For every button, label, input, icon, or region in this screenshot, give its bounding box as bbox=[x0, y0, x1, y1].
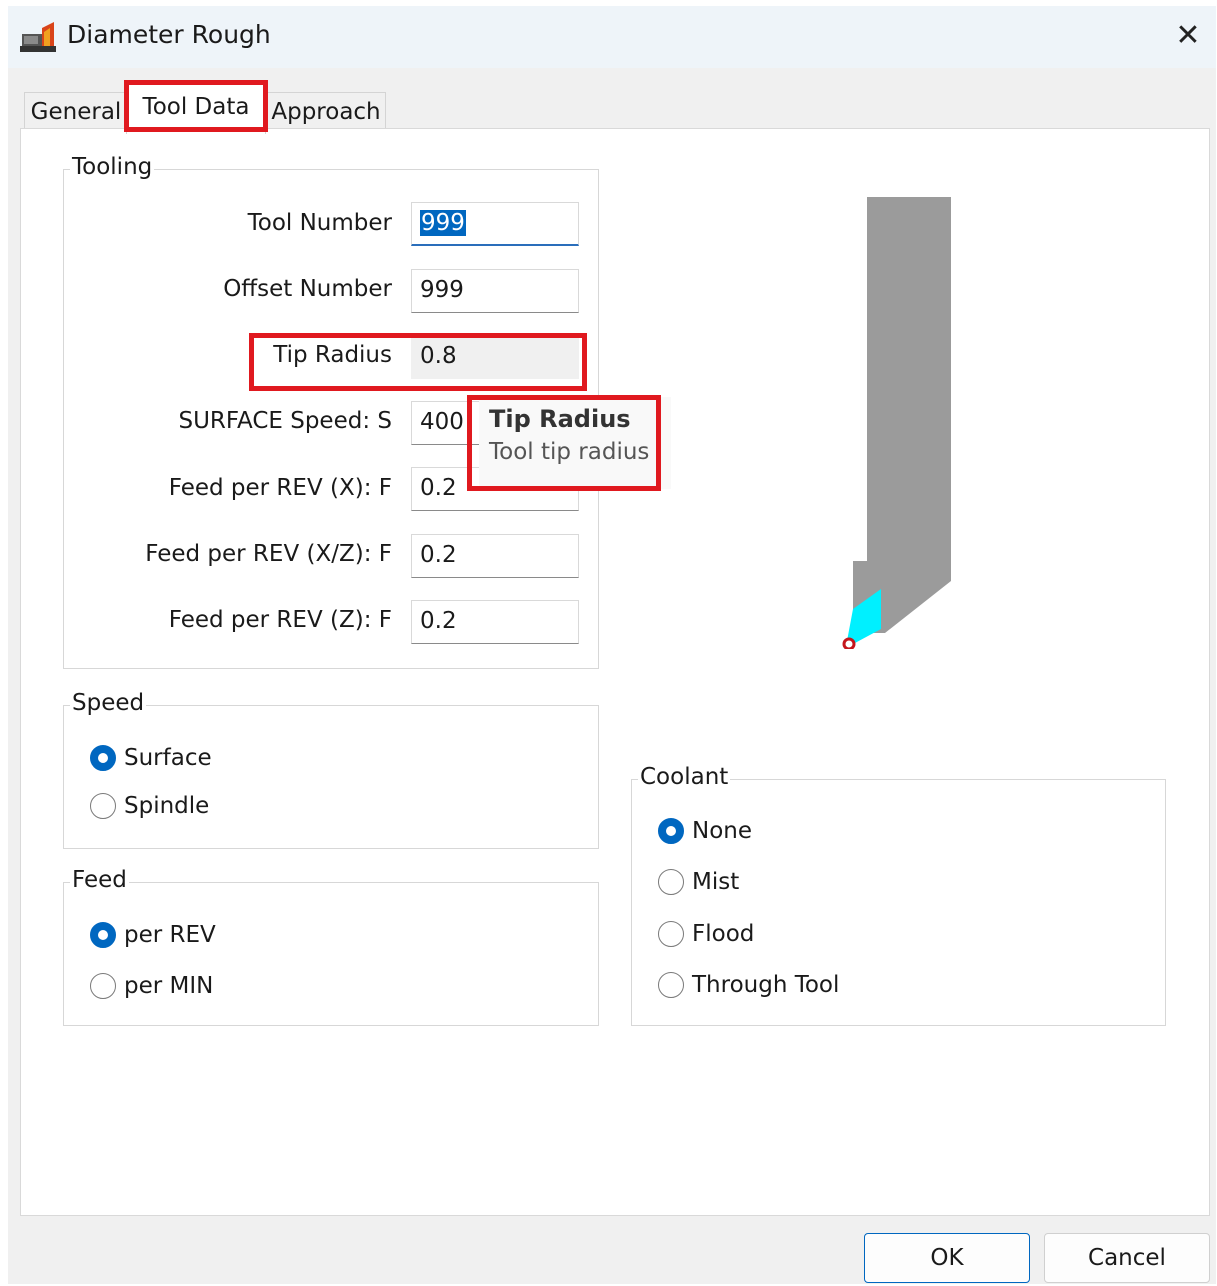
app-icon bbox=[20, 22, 56, 52]
tab-panel-tool-data: Tooling Tool Number 999 Offset Number 99… bbox=[20, 128, 1210, 1216]
tooltip-highlight bbox=[467, 395, 661, 491]
speed-group: Speed Surface Spindle bbox=[63, 690, 599, 849]
coolant-through-tool-label: Through Tool bbox=[692, 972, 840, 998]
close-icon: ✕ bbox=[1175, 18, 1201, 53]
feed-x-label: Feed per REV (X): F bbox=[168, 475, 392, 501]
coolant-mist-radio[interactable]: Mist bbox=[658, 864, 739, 900]
tool-preview bbox=[842, 197, 951, 649]
dialog-window: Diameter Rough ✕ General Approach Toolin… bbox=[8, 6, 1216, 1284]
speed-spindle-label: Spindle bbox=[124, 793, 210, 819]
radio-unchecked-icon bbox=[658, 869, 684, 895]
tool-shank bbox=[853, 197, 951, 633]
cancel-button[interactable]: Cancel bbox=[1044, 1233, 1210, 1283]
feed-per-rev-radio[interactable]: per REV bbox=[90, 917, 216, 953]
coolant-group: Coolant None Mist Flood Through Tool bbox=[631, 764, 1166, 1026]
radio-checked-icon bbox=[658, 818, 684, 844]
speed-surface-label: Surface bbox=[124, 745, 212, 771]
coolant-legend: Coolant bbox=[638, 764, 731, 790]
tab-general[interactable]: General bbox=[24, 92, 128, 130]
coolant-mist-label: Mist bbox=[692, 869, 740, 895]
radio-unchecked-icon bbox=[658, 921, 684, 947]
coolant-none-radio[interactable]: None bbox=[658, 813, 752, 849]
offset-number-input[interactable]: 999 bbox=[411, 269, 579, 313]
close-button[interactable]: ✕ bbox=[1168, 16, 1208, 56]
ok-button[interactable]: OK bbox=[864, 1233, 1030, 1283]
window-title: Diameter Rough bbox=[67, 20, 271, 49]
radio-checked-icon bbox=[90, 922, 116, 948]
tooling-legend: Tooling bbox=[70, 154, 155, 180]
speed-surface-radio[interactable]: Surface bbox=[90, 740, 212, 776]
feed-z-input[interactable]: 0.2 bbox=[411, 600, 579, 644]
feed-group: Feed per REV per MIN bbox=[63, 867, 599, 1026]
tip-radius-highlight bbox=[249, 333, 587, 391]
radio-unchecked-icon bbox=[90, 973, 116, 999]
feed-legend: Feed bbox=[70, 867, 129, 893]
coolant-none-label: None bbox=[692, 818, 753, 844]
offset-number-label: Offset Number bbox=[223, 276, 392, 302]
feed-per-min-label: per MIN bbox=[124, 973, 214, 999]
tool-number-label: Tool Number bbox=[247, 210, 392, 236]
tool-tip-marker bbox=[842, 637, 856, 649]
feed-xz-input[interactable]: 0.2 bbox=[411, 534, 579, 578]
feed-per-rev-label: per REV bbox=[124, 922, 216, 948]
tab-tool-data-highlight bbox=[124, 80, 268, 132]
speed-spindle-radio[interactable]: Spindle bbox=[90, 788, 209, 824]
feed-per-min-radio[interactable]: per MIN bbox=[90, 968, 213, 1004]
coolant-through-tool-radio[interactable]: Through Tool bbox=[658, 967, 839, 1003]
coolant-flood-radio[interactable]: Flood bbox=[658, 916, 754, 952]
radio-checked-icon bbox=[90, 745, 116, 771]
tab-approach[interactable]: Approach bbox=[266, 92, 386, 130]
radio-unchecked-icon bbox=[90, 793, 116, 819]
surface-speed-label: SURFACE Speed: S bbox=[178, 408, 392, 434]
speed-legend: Speed bbox=[70, 690, 147, 716]
feed-z-label: Feed per REV (Z): F bbox=[168, 607, 392, 633]
feed-xz-label: Feed per REV (X/Z): F bbox=[145, 541, 392, 567]
tool-number-input[interactable]: 999 bbox=[411, 202, 579, 246]
radio-unchecked-icon bbox=[658, 972, 684, 998]
title-bar[interactable]: Diameter Rough ✕ bbox=[8, 6, 1216, 68]
coolant-flood-label: Flood bbox=[692, 921, 755, 947]
